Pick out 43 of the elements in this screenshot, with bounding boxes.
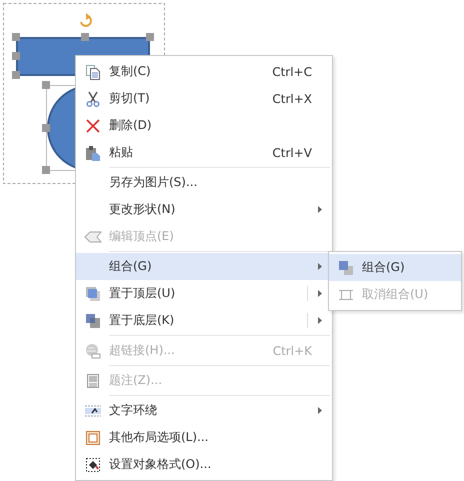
menu-item[interactable]: 组合(G)	[329, 254, 461, 281]
edit-points-icon	[84, 230, 102, 244]
menu-item[interactable]: 置于底层(K)	[76, 307, 332, 334]
menu-item[interactable]: 更改形状(N)	[76, 196, 332, 223]
shortcut-text: Ctrl+V	[272, 146, 312, 160]
menu-item[interactable]: 剪切(T) Ctrl+X	[76, 85, 332, 112]
layout-icon	[85, 430, 101, 446]
menu-item[interactable]: 其他布局选项(L)...	[76, 424, 332, 451]
menu-item[interactable]: 文字环绕	[76, 394, 332, 424]
caption-icon	[85, 372, 101, 388]
menu-item[interactable]: 设置对象格式(O)...	[76, 451, 332, 478]
scissors-icon	[85, 90, 101, 106]
submenu-arrow-icon	[318, 206, 322, 213]
submenu-arrow-icon	[318, 317, 322, 324]
resize-handle[interactable]	[146, 33, 154, 41]
submenu-arrow-icon	[318, 407, 322, 414]
resize-handle[interactable]	[12, 71, 20, 79]
group-icon	[338, 260, 354, 276]
shortcut-text: Ctrl+K	[272, 344, 312, 358]
resize-handle[interactable]	[42, 124, 50, 132]
format-object-icon	[85, 456, 101, 472]
shortcut-text: Ctrl+C	[272, 64, 312, 78]
send-to-back-icon	[85, 312, 101, 328]
menu-item[interactable]: 删除(D)	[76, 112, 332, 139]
copy-icon	[85, 64, 101, 80]
resize-handle[interactable]	[42, 166, 50, 174]
text-wrap-icon	[84, 404, 102, 418]
globe-link-icon	[85, 342, 101, 358]
bring-to-front-icon	[85, 286, 101, 302]
resize-handle[interactable]	[81, 33, 89, 41]
shortcut-text: Ctrl+X	[272, 92, 312, 106]
resize-handle[interactable]	[42, 81, 50, 89]
menu-item[interactable]: 粘贴 Ctrl+V	[76, 139, 332, 166]
rotate-handle-icon[interactable]	[80, 13, 92, 27]
menu-item[interactable]: 置于顶层(U)	[76, 280, 332, 307]
clipboard-icon	[85, 144, 101, 160]
submenu-arrow-icon	[318, 290, 322, 297]
menu-item[interactable]: 另存为图片(S)...	[76, 166, 332, 196]
submenu-arrow-icon	[318, 263, 322, 270]
delete-icon	[85, 118, 101, 134]
resize-handle[interactable]	[12, 33, 20, 41]
menu-item[interactable]: 复制(C) Ctrl+C	[76, 58, 332, 85]
resize-handle[interactable]	[12, 52, 20, 60]
